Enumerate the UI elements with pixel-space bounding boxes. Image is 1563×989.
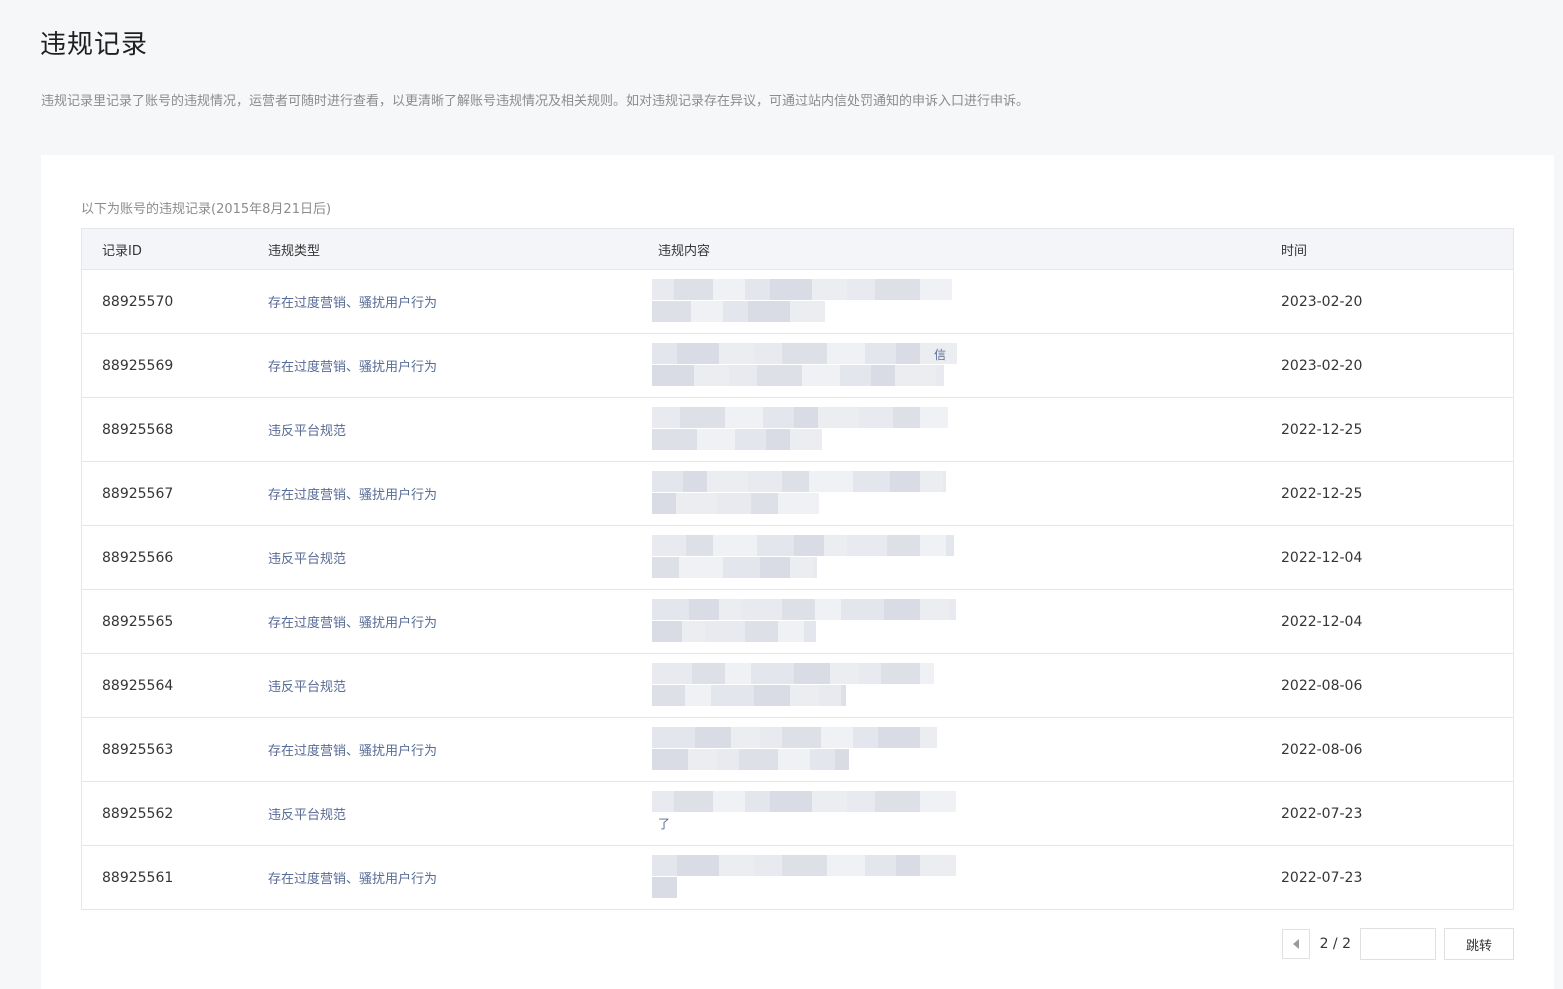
table-row: 88925566 违反平台规范 2022-12-04	[82, 526, 1513, 590]
redacted-content	[652, 877, 677, 898]
violation-content: 信	[652, 334, 1281, 397]
page-description: 违规记录里记录了账号的违规情况，运营者可随时进行查看，以更清晰了解账号违规情况及…	[41, 94, 1030, 109]
table-row: 88925565 存在过度营销、骚扰用户行为 2022-12-04	[82, 590, 1513, 654]
prev-page-button[interactable]	[1281, 929, 1310, 959]
violation-table: 记录ID 违规类型 违规内容 时间 88925570 存在过度营销、骚扰用户行为 2…	[81, 228, 1514, 910]
records-card: 以下为账号的违规记录(2015年8月21日后) 记录ID 违规类型 违规内容 时…	[41, 155, 1554, 989]
record-id: 88925567	[102, 485, 174, 502]
redacted-content	[652, 429, 822, 450]
redacted-content	[652, 727, 937, 748]
record-date: 2022-12-04	[1281, 613, 1363, 630]
table-row: 88925564 违反平台规范 2022-08-06	[82, 654, 1513, 718]
redacted-content	[652, 557, 817, 578]
redacted-content	[652, 365, 944, 386]
record-date: 2022-12-25	[1281, 485, 1363, 502]
violation-content	[652, 398, 1281, 461]
table-row: 88925561 存在过度营销、骚扰用户行为 2022-07-23	[82, 846, 1513, 909]
record-date: 2022-12-04	[1281, 549, 1363, 566]
redacted-content	[652, 279, 952, 300]
redacted-content	[652, 749, 849, 770]
redacted-content	[652, 621, 816, 642]
record-id: 88925565	[102, 613, 174, 630]
violation-type: 违反平台规范	[268, 424, 347, 439]
record-id: 88925563	[102, 741, 174, 758]
violation-type: 存在过度营销、骚扰用户行为	[268, 616, 438, 631]
violation-content	[652, 526, 1281, 589]
record-id: 88925569	[102, 357, 174, 374]
header-violation-type: 违规类型	[268, 243, 321, 259]
redacted-content	[652, 407, 948, 428]
page-title: 违规记录	[40, 30, 149, 60]
redacted-content	[652, 301, 825, 322]
redacted-content	[652, 663, 934, 684]
violation-content	[652, 462, 1281, 525]
redacted-content	[652, 685, 846, 706]
violation-type: 存在过度营销、骚扰用户行为	[268, 296, 438, 311]
violation-content	[652, 270, 1281, 333]
record-date: 2022-07-23	[1281, 805, 1363, 822]
record-id: 88925562	[102, 805, 174, 822]
table-row: 88925562 违反平台规范了 2022-07-23	[82, 782, 1513, 846]
record-id: 88925568	[102, 421, 174, 438]
record-date: 2022-12-25	[1281, 421, 1363, 438]
violation-content	[652, 654, 1281, 717]
record-date: 2022-07-23	[1281, 869, 1363, 886]
record-id: 88925566	[102, 549, 174, 566]
caret-left-icon	[1292, 939, 1299, 949]
record-id: 88925564	[102, 677, 174, 694]
page-jump-input[interactable]	[1360, 928, 1436, 960]
table-row: 88925570 存在过度营销、骚扰用户行为 2023-02-20	[82, 270, 1513, 334]
violation-content	[652, 718, 1281, 781]
violation-type: 存在过度营销、骚扰用户行为	[268, 744, 438, 759]
violation-content	[652, 590, 1281, 653]
header-time: 时间	[1281, 243, 1308, 259]
redacted-content	[652, 471, 946, 492]
pagination: 2 / 2 跳转	[1281, 928, 1514, 960]
record-date: 2022-08-06	[1281, 677, 1363, 694]
violation-content: 了	[652, 782, 1281, 845]
table-row: 88925563 存在过度营销、骚扰用户行为 2022-08-06	[82, 718, 1513, 782]
violation-type: 存在过度营销、骚扰用户行为	[268, 360, 438, 375]
record-date: 2023-02-20	[1281, 357, 1363, 374]
redacted-content	[652, 791, 956, 812]
redacted-content	[652, 855, 956, 876]
table-caption: 以下为账号的违规记录(2015年8月21日后)	[81, 202, 332, 217]
table-row: 88925568 违反平台规范 2022-12-25	[82, 398, 1513, 462]
record-id: 88925570	[102, 293, 174, 310]
violation-type: 违反平台规范	[268, 808, 347, 823]
redacted-content	[652, 599, 956, 620]
redacted-content	[652, 343, 957, 364]
redacted-content	[652, 535, 954, 556]
record-date: 2023-02-20	[1281, 293, 1363, 310]
table-body: 88925570 存在过度营销、骚扰用户行为 2023-02-20 88925569 存…	[82, 270, 1513, 909]
violation-type: 存在过度营销、骚扰用户行为	[268, 488, 438, 503]
header-violation-content: 违规内容	[658, 243, 711, 259]
record-id: 88925561	[102, 869, 174, 886]
table-row: 88925567 存在过度营销、骚扰用户行为 2022-12-25	[82, 462, 1513, 526]
violation-type: 违反平台规范	[268, 552, 347, 567]
table-header: 记录ID 违规类型 违规内容 时间	[82, 229, 1513, 270]
content-tail-text: 信	[934, 348, 947, 362]
violation-type: 存在过度营销、骚扰用户行为	[268, 872, 438, 887]
table-row: 88925569 存在过度营销、骚扰用户行为 信 2023-02-20	[82, 334, 1513, 398]
violation-content	[652, 846, 1281, 909]
page-indicator: 2 / 2	[1319, 936, 1351, 952]
content-tail-text: 了	[658, 817, 671, 831]
redacted-content	[652, 493, 819, 514]
jump-button[interactable]: 跳转	[1444, 928, 1514, 960]
violation-type: 违反平台规范	[268, 680, 347, 695]
record-date: 2022-08-06	[1281, 741, 1363, 758]
header-record-id: 记录ID	[102, 243, 142, 259]
